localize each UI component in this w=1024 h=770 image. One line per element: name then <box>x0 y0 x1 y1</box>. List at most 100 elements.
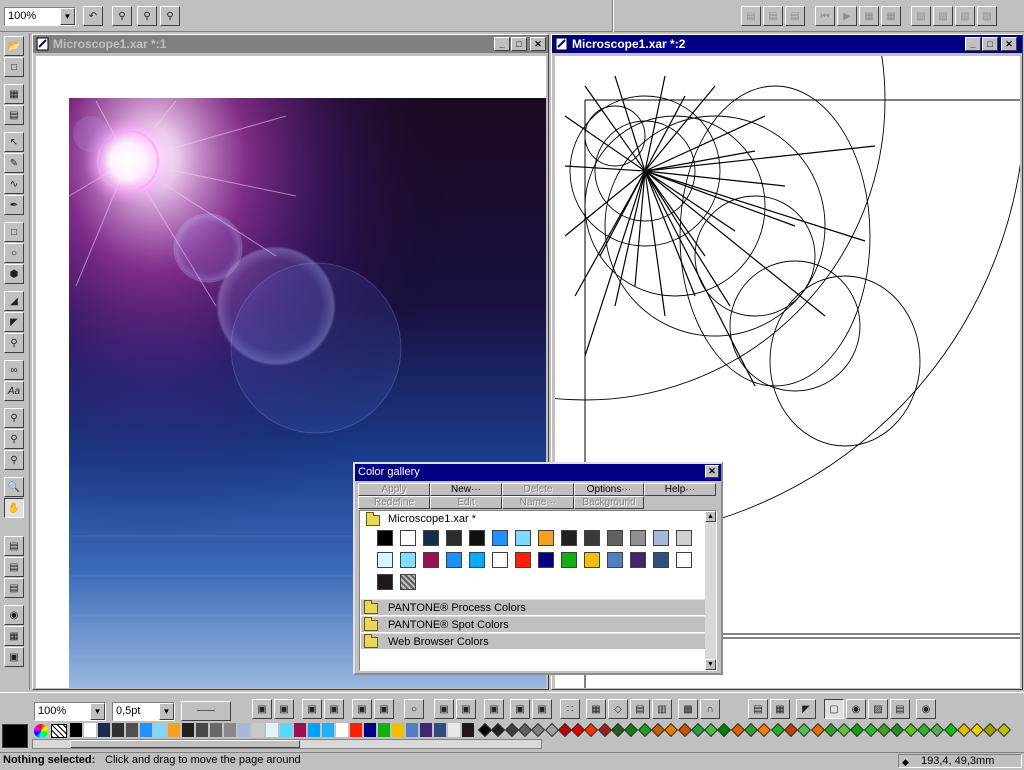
scroll-down-icon[interactable]: ▼ <box>705 659 716 670</box>
zoom-drawing-button[interactable]: ⚲ <box>112 6 132 26</box>
info-bar-tool-icon[interactable]: ▢ <box>824 699 844 719</box>
palette-swatch[interactable] <box>84 723 96 737</box>
color-swatch[interactable] <box>377 530 393 546</box>
info-bar-tool-icon[interactable]: ▣ <box>456 699 476 719</box>
color-swatch[interactable] <box>492 552 508 568</box>
color-swatch[interactable] <box>584 530 600 546</box>
close-button[interactable]: ✕ <box>705 465 719 478</box>
palette-swatch[interactable] <box>154 723 166 737</box>
color-swatch[interactable] <box>515 530 531 546</box>
palette-swatch[interactable] <box>98 723 110 737</box>
info-bar-tool-icon[interactable]: ▣ <box>434 699 454 719</box>
info-bar-tool-icon[interactable]: ▦ <box>770 699 790 719</box>
palette-scroll-thumb[interactable] <box>70 740 300 748</box>
redefine-button[interactable]: Redefine <box>358 496 430 509</box>
arrange-2-button[interactable]: ▧ <box>933 6 953 26</box>
color-swatch[interactable] <box>630 552 646 568</box>
minimize-button[interactable]: _ <box>965 37 981 51</box>
color-swatch[interactable] <box>400 552 416 568</box>
rectangle-tool-icon[interactable]: □ <box>4 222 24 242</box>
palette-swatch[interactable] <box>168 723 180 737</box>
info-bar-tool-icon[interactable]: ▥ <box>652 699 672 719</box>
color-swatch[interactable] <box>653 552 669 568</box>
palette-swatch[interactable] <box>322 723 334 737</box>
color-swatch[interactable] <box>377 552 393 568</box>
maximize-button[interactable]: □ <box>511 37 527 51</box>
color-swatch[interactable] <box>561 530 577 546</box>
group-pantone-process[interactable]: PANTONE® Process Colors <box>361 599 705 615</box>
palette-swatch[interactable] <box>406 723 418 737</box>
palette-swatch[interactable] <box>224 723 236 737</box>
palette-swatch[interactable] <box>420 723 432 737</box>
info-bar-tool-icon[interactable]: ▣ <box>374 699 394 719</box>
info-bar-tool-icon[interactable]: ◉ <box>916 699 936 719</box>
palette-swatch[interactable] <box>308 723 320 737</box>
window-titlebar-left[interactable]: Microscope1.xar *:1 <box>33 35 548 53</box>
apply-button[interactable]: Apply <box>358 483 430 496</box>
group-web-browser[interactable]: Web Browser Colors <box>361 633 705 649</box>
transparency-tool-icon[interactable]: ◤ <box>4 312 24 332</box>
color-swatch[interactable] <box>377 574 393 590</box>
color-swatch[interactable] <box>400 530 416 546</box>
palette-swatch[interactable] <box>336 723 348 737</box>
color-swatch[interactable] <box>607 552 623 568</box>
palette-swatch[interactable] <box>252 723 264 737</box>
name-button[interactable]: Name··· <box>502 496 574 509</box>
color-swatch[interactable] <box>584 552 600 568</box>
info-bar-tool-icon[interactable]: ▣ <box>532 699 552 719</box>
arrange-4-button[interactable]: ▧ <box>977 6 997 26</box>
chevron-down-icon[interactable]: ▼ <box>60 8 75 25</box>
color-swatch[interactable] <box>538 530 554 546</box>
info-bar-tool-icon[interactable]: ▤ <box>748 699 768 719</box>
distribute-2-button[interactable]: ▦ <box>881 6 901 26</box>
first-button[interactable]: ⏮ <box>815 6 835 26</box>
delete-button[interactable]: Delete <box>502 483 574 496</box>
save-icon[interactable]: ▦ <box>4 84 24 104</box>
shape-editor-icon[interactable]: ∿ <box>4 174 24 194</box>
palette-swatch[interactable] <box>126 723 138 737</box>
zoom-page-button[interactable]: ⚲ <box>160 6 180 26</box>
color-swatch[interactable] <box>607 530 623 546</box>
info-bar-tool-icon[interactable]: ∩ <box>700 699 720 719</box>
palette-swatch[interactable] <box>462 723 474 737</box>
maximize-button[interactable]: □ <box>982 37 998 51</box>
align-center-button[interactable]: ▤ <box>763 6 783 26</box>
color-swatch[interactable] <box>469 552 485 568</box>
info-bar-tool-icon[interactable]: ▣ <box>274 699 294 719</box>
info-bar-tool-icon[interactable]: ▣ <box>352 699 372 719</box>
ruler-button[interactable]: ┄┄┄ <box>181 701 231 721</box>
color-swatch[interactable] <box>469 530 485 546</box>
palette-swatch[interactable] <box>70 723 82 737</box>
background-button[interactable]: Background <box>574 496 644 509</box>
blend-tool-icon[interactable]: ⚲ <box>4 333 24 353</box>
current-color-swatch[interactable] <box>2 724 28 748</box>
ellipse-tool-icon[interactable]: ○ <box>4 243 24 263</box>
color-editor-icon[interactable] <box>34 724 48 738</box>
web-icon[interactable]: ◉ <box>4 605 24 625</box>
layer-gallery-2-icon[interactable]: ▤ <box>4 557 24 577</box>
color-swatch[interactable] <box>676 530 692 546</box>
line-width-combo[interactable]: 0,5pt ▼ <box>112 702 175 721</box>
info-bar-tool-icon[interactable]: ▤ <box>630 699 650 719</box>
text-tool-icon[interactable]: Aa <box>4 381 24 401</box>
edit-button[interactable]: Edit <box>430 496 502 509</box>
color-swatch[interactable] <box>653 530 669 546</box>
color-swatch[interactable] <box>400 574 416 590</box>
zoom-combo-bottom[interactable]: 100% ▼ <box>34 702 106 721</box>
zoom-tool-icon[interactable]: 🔍 <box>4 477 24 497</box>
no-color-icon[interactable] <box>51 724 67 738</box>
info-bar-tool-icon[interactable]: ▣ <box>302 699 322 719</box>
help-button[interactable]: Help··· <box>644 483 716 496</box>
color-gallery-titlebar[interactable]: Color gallery <box>355 464 721 481</box>
play-button[interactable]: ▶ <box>837 6 857 26</box>
palette-swatch[interactable] <box>364 723 376 737</box>
zoom-previous-button[interactable]: ↶ <box>83 6 103 26</box>
color-swatch[interactable] <box>676 552 692 568</box>
minimize-button[interactable]: _ <box>494 37 510 51</box>
info-bar-tool-icon[interactable]: ∷ <box>560 699 580 719</box>
zoom-selected-button[interactable]: ⚲ <box>137 6 157 26</box>
palette-swatch[interactable] <box>294 723 306 737</box>
color-swatch[interactable] <box>423 552 439 568</box>
info-bar-tool-icon[interactable]: ▤ <box>890 699 910 719</box>
chevron-down-icon[interactable]: ▼ <box>159 703 174 720</box>
